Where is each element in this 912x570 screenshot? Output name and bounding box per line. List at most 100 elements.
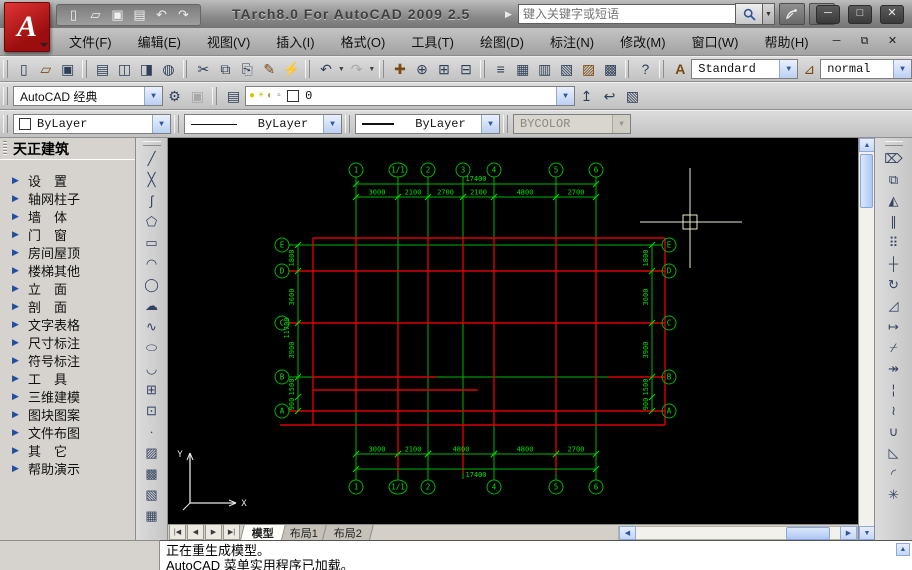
undo-button[interactable]: ↶: [315, 58, 337, 80]
sidebar-item[interactable]: ▶符号标注: [0, 351, 135, 369]
toolbar-grip[interactable]: [3, 87, 8, 105]
sidebar-item[interactable]: ▶其 它: [0, 441, 135, 459]
zoom-window-button[interactable]: ⊞: [433, 58, 455, 80]
toolbar-grip[interactable]: [82, 60, 87, 78]
arc-button[interactable]: ◠: [140, 253, 164, 274]
color-combobox[interactable]: ByLayer ▼: [13, 114, 171, 134]
search-input[interactable]: [518, 4, 735, 24]
menu-help[interactable]: 帮助(H): [752, 27, 822, 56]
rectangle-button[interactable]: ▭: [140, 232, 164, 253]
quickcalc-button[interactable]: ▩: [600, 58, 622, 80]
sidebar-item[interactable]: ▶设 置: [0, 171, 135, 189]
sheetset-manager-button[interactable]: ▧: [556, 58, 578, 80]
properties-button[interactable]: ≡: [490, 58, 512, 80]
communication-center-button[interactable]: [779, 3, 805, 25]
explode-button[interactable]: ✳: [882, 484, 906, 505]
sidebar-item[interactable]: ▶文件布图: [0, 423, 135, 441]
copy-button[interactable]: ⧉: [214, 58, 236, 80]
join-button[interactable]: ∪: [882, 421, 906, 442]
redo-dropdown-caret[interactable]: ▼: [368, 58, 377, 80]
toolbar-grip[interactable]: [625, 60, 630, 78]
bulb-icon[interactable]: ●: [249, 91, 255, 102]
toolbar-grip[interactable]: [659, 60, 664, 78]
horizontal-scroll-thumb[interactable]: [786, 527, 830, 540]
make-object-layer-current-button[interactable]: ↥: [575, 85, 598, 107]
sidebar-item[interactable]: ▶立 面: [0, 279, 135, 297]
drawing-canvas[interactable]: 111/11/1223445566EEDDCCBBAA1740030002100…: [168, 138, 858, 524]
chevron-down-icon[interactable]: ▼: [152, 115, 170, 133]
plot-preview-button[interactable]: ◫: [114, 58, 136, 80]
text-style-combobox[interactable]: Standard▼: [691, 59, 798, 79]
sidebar-item[interactable]: ▶帮助演示: [0, 459, 135, 477]
toolbar-grip[interactable]: [305, 60, 310, 78]
designcenter-button[interactable]: ▦: [512, 58, 534, 80]
sidebar-item[interactable]: ▶轴网柱子: [0, 189, 135, 207]
menu-insert[interactable]: 插入(I): [263, 27, 327, 56]
menu-view[interactable]: 视图(V): [194, 27, 263, 56]
stretch-button[interactable]: ↦: [882, 316, 906, 337]
revision-cloud-button[interactable]: ☁: [140, 295, 164, 316]
scroll-right-arrow[interactable]: ▶: [840, 526, 857, 540]
vertical-scroll-thumb[interactable]: [860, 154, 873, 208]
layer-previous-button[interactable]: ↩: [598, 85, 621, 107]
toolbar-grip[interactable]: [3, 115, 8, 133]
construction-line-button[interactable]: ╳: [140, 169, 164, 190]
layer-states-button[interactable]: ▧: [621, 85, 644, 107]
mdi-close-button[interactable]: ✕: [883, 34, 902, 49]
dim-style-combobox[interactable]: normal▼: [820, 59, 912, 79]
circle-button[interactable]: ◯: [140, 274, 164, 295]
table-button[interactable]: ▦: [140, 505, 164, 526]
chevron-down-icon[interactable]: ▼: [323, 115, 341, 133]
pan-button[interactable]: ✚: [389, 58, 411, 80]
undo-dropdown-caret[interactable]: ▼: [337, 58, 346, 80]
command-scroll-up-arrow[interactable]: ▲: [896, 543, 910, 556]
command-scrollbar[interactable]: ▲: [896, 543, 910, 569]
zoom-realtime-button[interactable]: ⊕: [411, 58, 433, 80]
fillet-button[interactable]: ◜: [882, 463, 906, 484]
gradient-button[interactable]: ▩: [140, 463, 164, 484]
chevron-down-icon[interactable]: ▼: [481, 115, 499, 133]
first-tab-button[interactable]: |◀: [169, 524, 186, 540]
viewport-freeze-icon[interactable]: ◐: [267, 91, 273, 102]
menu-window[interactable]: 窗口(W): [679, 27, 752, 56]
break-button[interactable]: ≀: [882, 400, 906, 421]
search-button[interactable]: [735, 3, 763, 25]
rotate-button[interactable]: ↻: [882, 274, 906, 295]
prev-tab-button[interactable]: ◀: [187, 524, 204, 540]
print-button[interactable]: ▤: [130, 7, 149, 24]
zoom-previous-button[interactable]: ⊟: [455, 58, 477, 80]
mirror-button[interactable]: ◭: [882, 190, 906, 211]
sidebar-item[interactable]: ▶文字表格: [0, 315, 135, 333]
app-logo-icon[interactable]: A: [4, 2, 50, 52]
layer-combobox[interactable]: ●☀◐▫ 0 ▼: [245, 86, 575, 106]
help-button[interactable]: ?: [634, 58, 656, 80]
scale-button[interactable]: ◿: [882, 295, 906, 316]
chevron-down-icon[interactable]: ▼: [144, 87, 162, 105]
sidebar-item[interactable]: ▶尺寸标注: [0, 333, 135, 351]
sidebar-item[interactable]: ▶房间屋顶: [0, 243, 135, 261]
menu-draw[interactable]: 绘图(D): [467, 27, 537, 56]
polyline-button[interactable]: ∫: [140, 190, 164, 211]
trim-button[interactable]: ⌿: [882, 337, 906, 358]
save-button[interactable]: ▣: [57, 58, 79, 80]
copy-button[interactable]: ⧉: [882, 169, 906, 190]
next-tab-button[interactable]: ▶: [205, 524, 222, 540]
save-button[interactable]: ▣: [108, 7, 127, 24]
lineweight-combobox[interactable]: ByLayer ▼: [355, 114, 500, 134]
toolbar-grip[interactable]: [183, 60, 188, 78]
new-button[interactable]: ▯: [64, 7, 83, 24]
tab-模型[interactable]: 模型: [240, 524, 286, 540]
undo-button[interactable]: ↶: [152, 7, 171, 24]
mdi-restore-button[interactable]: ⧉: [855, 34, 874, 49]
publish-button[interactable]: ◨: [136, 58, 158, 80]
maximize-button[interactable]: □: [848, 5, 872, 24]
insert-block-button[interactable]: ⊞: [140, 379, 164, 400]
ellipse-arc-button[interactable]: ◡: [140, 358, 164, 379]
cut-button[interactable]: ✂: [192, 58, 214, 80]
chamfer-button[interactable]: ◺: [882, 442, 906, 463]
spline-button[interactable]: ∿: [140, 316, 164, 337]
ellipse-button[interactable]: ⬭: [140, 337, 164, 358]
sidebar-item[interactable]: ▶门 窗: [0, 225, 135, 243]
plot-button[interactable]: ▤: [92, 58, 114, 80]
menu-file[interactable]: 文件(F): [56, 27, 125, 56]
